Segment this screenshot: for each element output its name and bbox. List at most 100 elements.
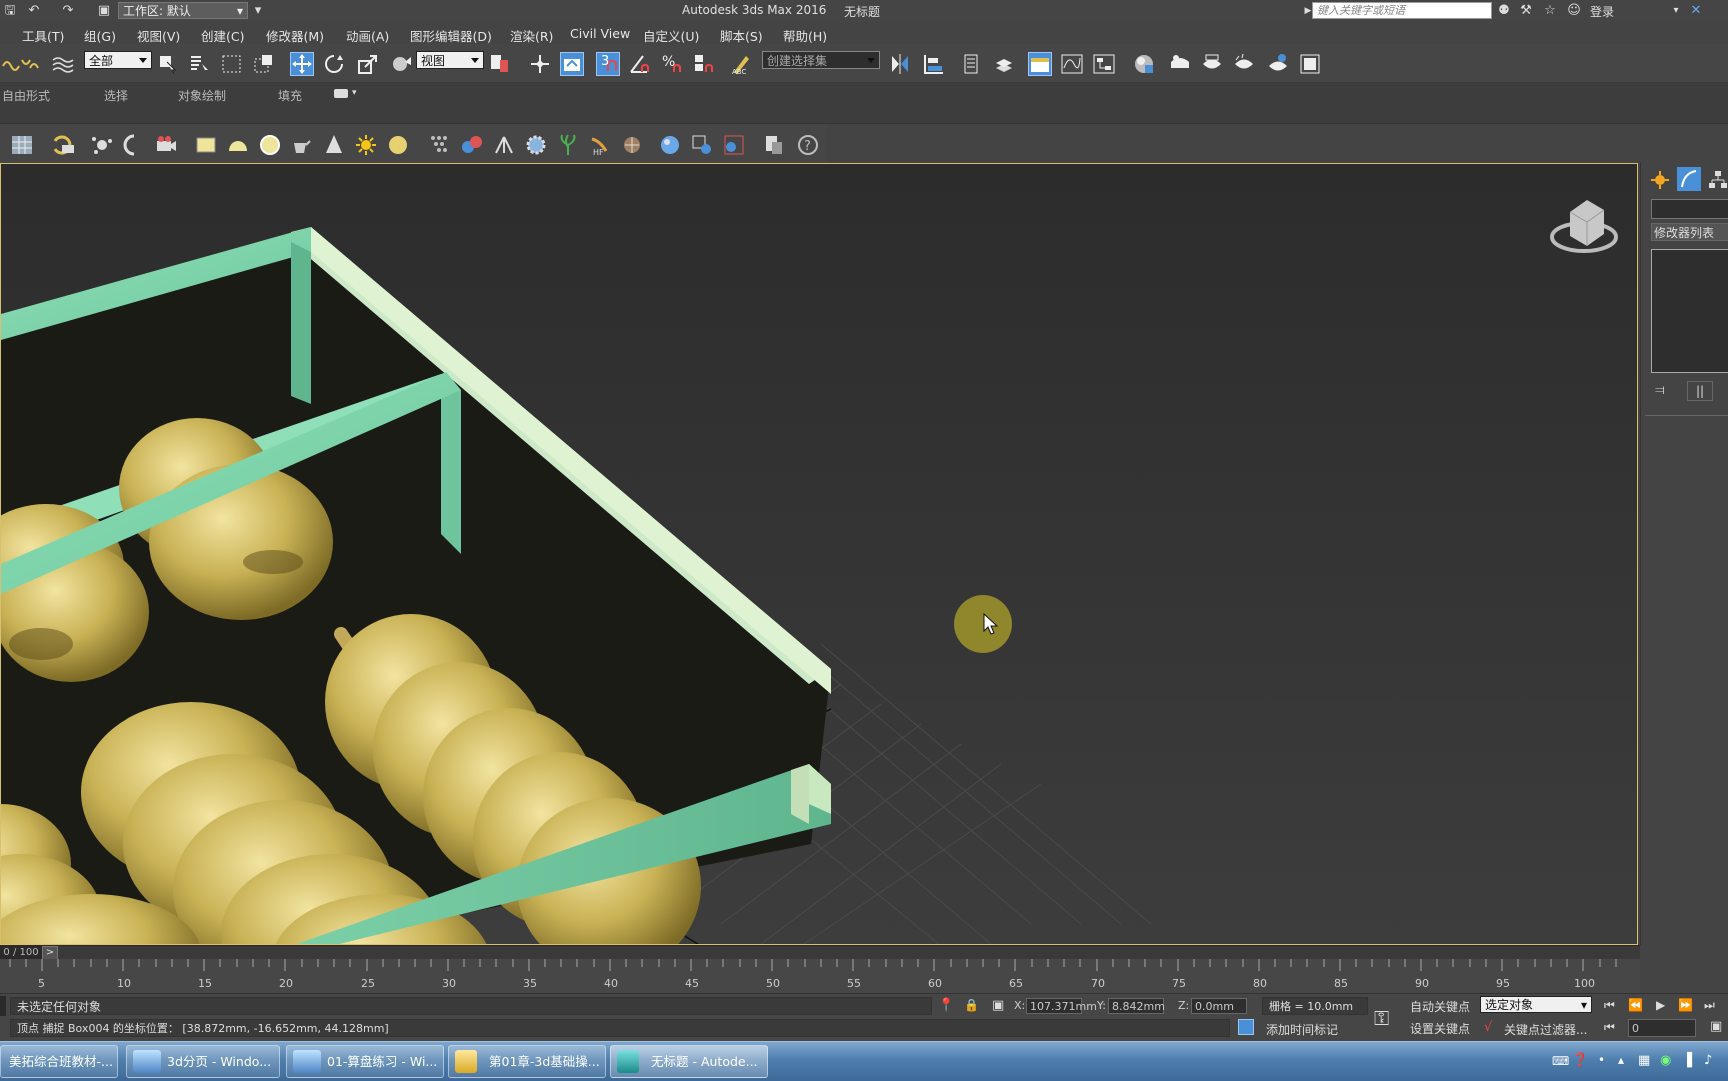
render-in-cloud-icon[interactable]	[1266, 52, 1290, 76]
keyboard-shortcut-override-icon[interactable]	[560, 52, 584, 76]
render-production-icon[interactable]	[1232, 52, 1256, 76]
workspace-dropdown[interactable]: 工作区: 默认 ▾	[118, 2, 248, 19]
object-name-field[interactable]	[1651, 199, 1728, 219]
a360-gallery-icon[interactable]	[1298, 52, 1322, 76]
material-editor-icon[interactable]	[1132, 52, 1156, 76]
teapot-primitive-icon[interactable]	[288, 133, 312, 157]
go-to-end-icon[interactable]: ⏭	[1704, 998, 1715, 1013]
volume-icon[interactable]: ♪	[1704, 1053, 1712, 1068]
set-key-icon[interactable]: ⚿	[1374, 1006, 1389, 1030]
next-frame-arrow[interactable]: >	[42, 946, 58, 960]
modifier-list-dropdown[interactable]: 修改器列表	[1651, 223, 1728, 241]
absolute-mode-icon[interactable]: ▣	[992, 998, 1004, 1013]
mirror-icon[interactable]	[888, 52, 912, 76]
perspective-viewport[interactable]	[0, 163, 1638, 945]
dots-pattern-icon[interactable]	[428, 133, 452, 157]
tab-selection[interactable]: 选择	[104, 87, 128, 104]
set-key-button[interactable]: 设置关键点	[1410, 1020, 1470, 1037]
help-icon[interactable]: ?	[796, 133, 820, 157]
align-icon[interactable]	[922, 52, 946, 76]
pin-stack-icon[interactable]: ⫤	[1655, 383, 1665, 398]
communication-center-icon[interactable]: ⚒	[1518, 3, 1534, 19]
isolate-selection-icon[interactable]: 📍	[938, 998, 954, 1013]
taskbar-item[interactable]: 3d分页 - Windo...	[126, 1045, 280, 1078]
omni-light-icon[interactable]	[386, 133, 410, 157]
show-hidden-icons-icon[interactable]: ▴	[1618, 1053, 1624, 1067]
grid-object-icon[interactable]	[10, 133, 34, 157]
previous-frame-icon[interactable]: ⏪	[1628, 998, 1643, 1012]
current-frame-field[interactable]: 0	[1628, 1019, 1696, 1037]
particle-system-icon[interactable]	[90, 133, 114, 157]
bind-spacewarp-icon[interactable]	[50, 52, 74, 76]
help-icon[interactable]: ❓	[1572, 1053, 1588, 1068]
menu-item-create[interactable]: 创建(C)	[201, 26, 244, 45]
menu-item-rendering[interactable]: 渲染(R)	[510, 26, 553, 45]
input-method-icon[interactable]: •	[1598, 1053, 1605, 1067]
track-bar[interactable]: 5 10 15 20 25 30 35 40 45 50 55 60 65 70…	[0, 959, 1640, 993]
unlink-icon[interactable]	[18, 52, 42, 76]
menu-item-views[interactable]: 视图(V)	[137, 26, 180, 45]
render-setup-icon[interactable]	[1168, 52, 1192, 76]
selection-lock-icon[interactable]: 🔒	[964, 998, 979, 1012]
key-selection-dropdown[interactable]: 选定对象 ▾	[1480, 996, 1592, 1013]
menu-item-group[interactable]: 组(G)	[84, 26, 116, 45]
tray-app-icon[interactable]: ▦	[1638, 1053, 1650, 1068]
network-icon[interactable]: ▐	[1682, 1053, 1692, 1068]
add-time-tag-label[interactable]: 添加时间标记	[1266, 1021, 1338, 1038]
taskbar-item[interactable]: 第01章-3d基础操...	[448, 1045, 606, 1078]
menu-item-help[interactable]: 帮助(H)	[783, 26, 827, 45]
spinner-snap-icon[interactable]	[692, 52, 716, 76]
play-icon[interactable]: ▶	[1656, 998, 1665, 1012]
chevron-down-icon[interactable]: ▾	[1668, 3, 1684, 19]
favorites-star-icon[interactable]: ☆	[1542, 3, 1558, 19]
pivot-center-icon[interactable]	[488, 52, 512, 76]
scene-explorer-icon[interactable]	[992, 52, 1016, 76]
tab-freeform[interactable]: 自由形式	[2, 87, 50, 104]
user-icon[interactable]: ☺	[1566, 3, 1582, 19]
select-object-icon[interactable]	[156, 52, 180, 76]
window-crossing-icon[interactable]	[252, 52, 276, 76]
keyboard-icon[interactable]: ⌨	[1552, 1054, 1569, 1068]
angle-snap-icon[interactable]	[628, 52, 652, 76]
tripod-icon[interactable]	[492, 133, 516, 157]
menu-item-graph-editors[interactable]: 图形编辑器(D)	[410, 26, 492, 45]
undo-icon[interactable]: ↶	[26, 3, 42, 19]
viewcube-icon[interactable]	[1550, 200, 1618, 253]
modify-tab-icon[interactable]	[1677, 167, 1701, 191]
taskbar-item-active[interactable]: 无标题 - Autode...	[610, 1045, 768, 1078]
sun-light-icon[interactable]	[354, 133, 378, 157]
create-tab-icon[interactable]	[1649, 169, 1671, 191]
taskbar-item[interactable]: 01-算盘练习 - Wi...	[286, 1045, 444, 1078]
go-to-start-icon[interactable]: ⏮	[1604, 998, 1615, 1013]
time-tag-icon[interactable]	[1238, 1019, 1254, 1035]
menu-item-customize[interactable]: 自定义(U)	[643, 26, 699, 45]
snap-toggle-icon[interactable]: 3	[596, 52, 620, 76]
edit-named-selection-icon[interactable]: ABC	[730, 52, 754, 76]
login-link[interactable]: 登录	[1590, 3, 1614, 20]
modifier-stack-list[interactable]	[1651, 249, 1728, 373]
auto-key-button[interactable]: 自动关键点	[1410, 998, 1470, 1015]
chevron-down-icon[interactable]: ▾	[250, 3, 266, 19]
menu-item-tools[interactable]: 工具(T)	[22, 26, 64, 45]
menu-item-civil-view[interactable]: Civil View	[570, 26, 630, 41]
key-mode-icon[interactable]: ⏮	[1604, 1020, 1615, 1035]
tab-populate[interactable]: 填充	[278, 87, 302, 104]
y-coordinate-field[interactable]: 8.842mm	[1108, 998, 1165, 1014]
plane-primitive-icon[interactable]	[194, 133, 218, 157]
security-icon[interactable]: ◉	[1660, 1053, 1671, 1068]
toggle-ribbon-icon[interactable]	[1028, 52, 1052, 76]
gear-particles-icon[interactable]	[524, 133, 548, 157]
camera-object-icon[interactable]	[154, 133, 178, 157]
menu-item-modifiers[interactable]: 修改器(M)	[266, 26, 324, 45]
x-coordinate-field[interactable]: 107.371mm	[1026, 998, 1097, 1014]
menu-item-scripting[interactable]: 脚本(S)	[720, 26, 763, 45]
manipulate-icon[interactable]	[528, 52, 552, 76]
helper-tape-icon[interactable]	[52, 133, 76, 157]
hemisphere-primitive-icon[interactable]	[226, 133, 250, 157]
next-frame-icon[interactable]: ⏩	[1678, 998, 1693, 1012]
layer-manager-icon[interactable]	[960, 52, 984, 76]
selection-filter-dropdown[interactable]: 全部	[84, 51, 152, 69]
cloth-object-icon[interactable]	[620, 133, 644, 157]
save-icon[interactable]: 🖫	[2, 3, 18, 19]
chevron-down-icon[interactable]: ▾	[352, 88, 357, 98]
